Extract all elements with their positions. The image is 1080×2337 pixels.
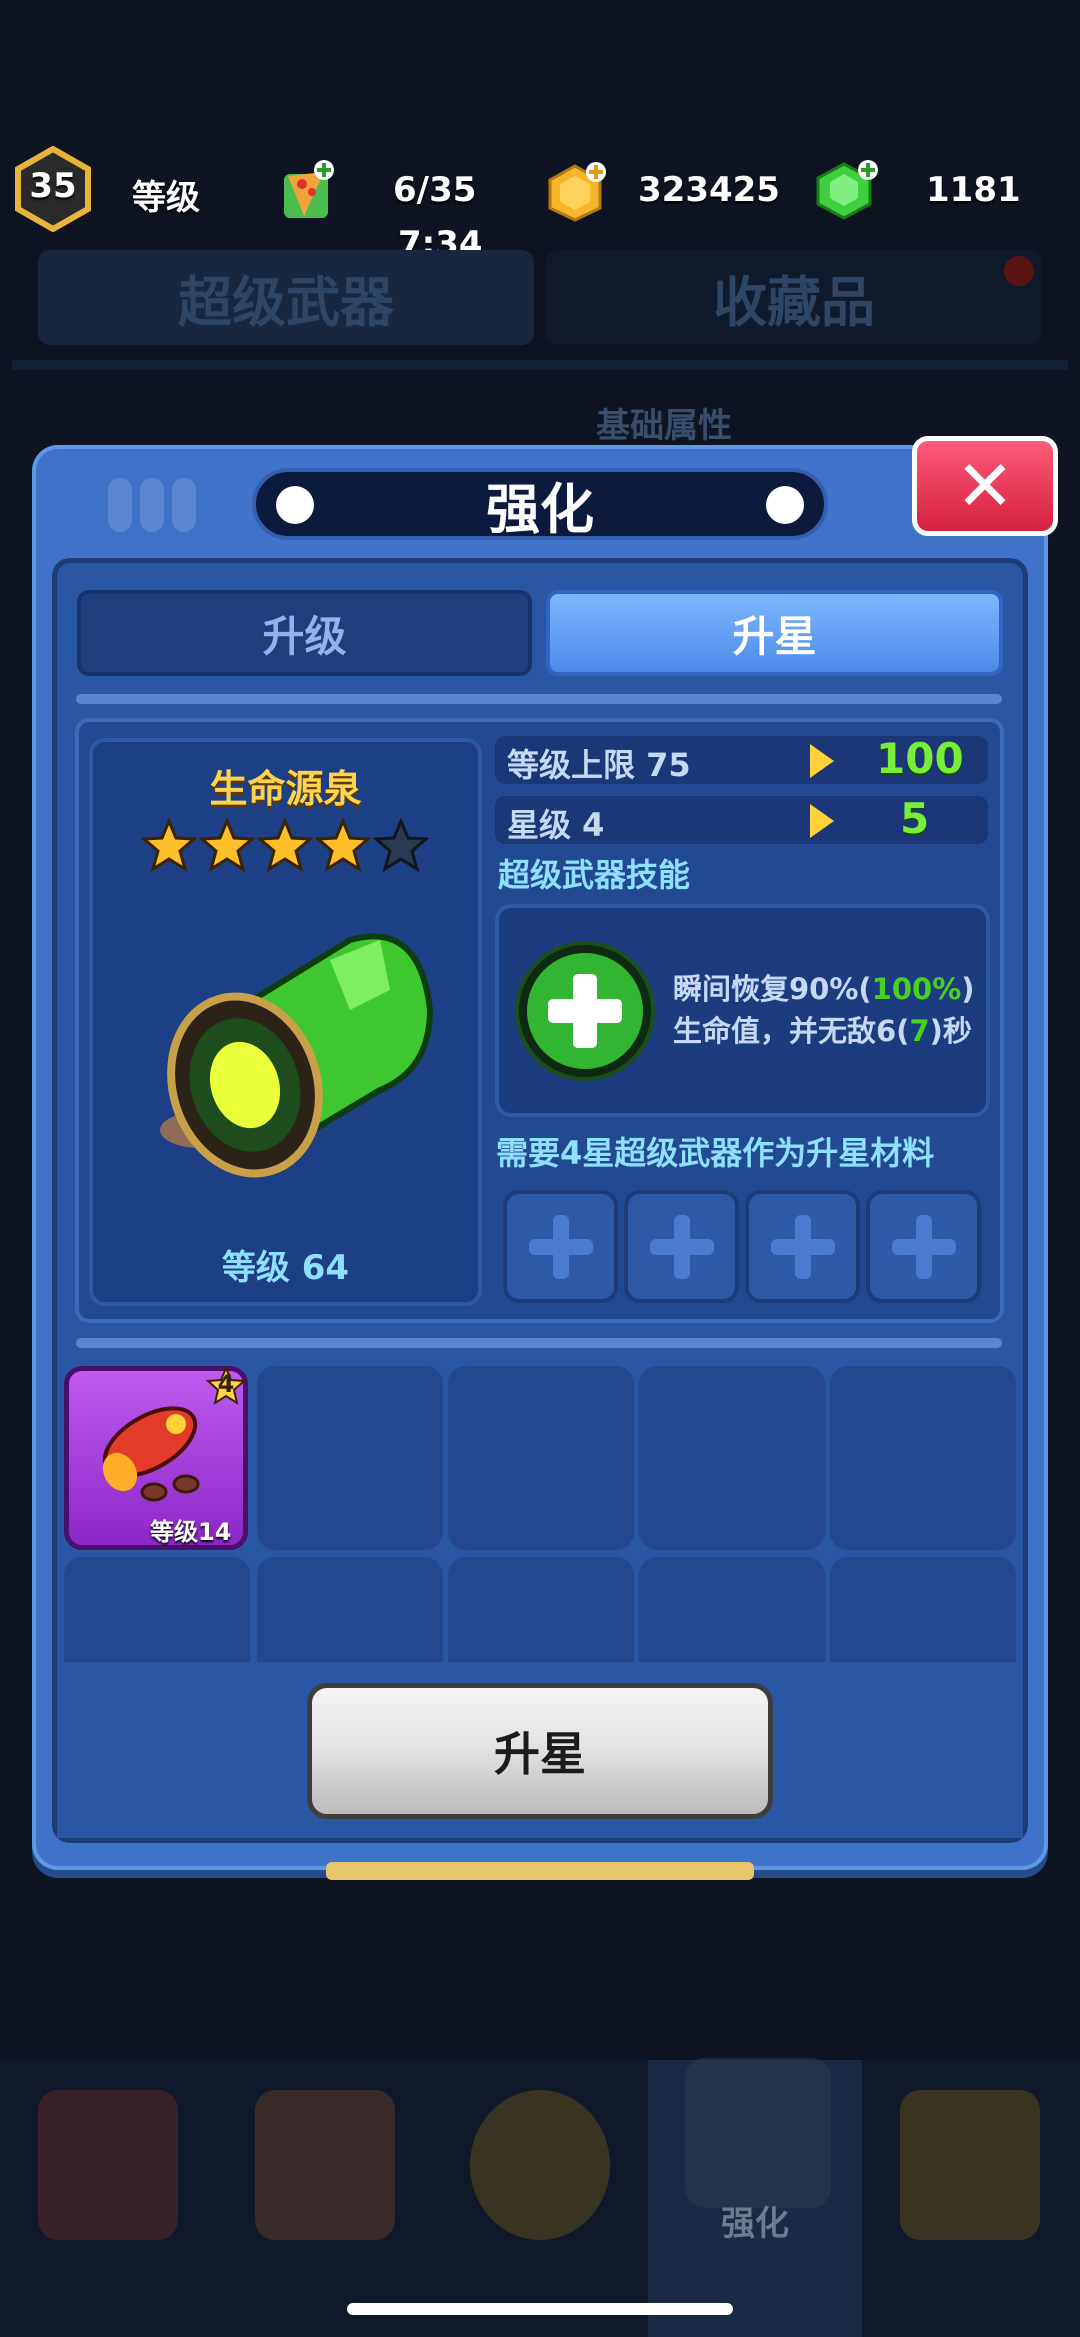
stat-label: 等级上限 75 [507, 746, 691, 784]
base-attributes-label: 基础属性 [596, 406, 732, 446]
tab-collectibles[interactable]: 收藏品 [546, 250, 1042, 345]
material-slot-4[interactable] [866, 1190, 981, 1303]
background-divider [12, 360, 1068, 370]
close-button[interactable]: ✕ [912, 436, 1058, 536]
pizza-energy-icon[interactable] [278, 158, 338, 224]
nav-enhance-label: 强化 [721, 2204, 789, 2244]
tab-star-up[interactable]: 升星 [546, 590, 1003, 676]
star-filled-icon [257, 818, 313, 873]
nav-character-icon[interactable] [255, 2090, 395, 2240]
home-indicator[interactable] [347, 2303, 733, 2315]
plus-icon [649, 1214, 714, 1279]
dialog-bottom-strip [326, 1862, 754, 1880]
star-empty-icon [373, 818, 429, 873]
arrow-right-icon [810, 744, 834, 778]
stat-label: 星级 4 [507, 806, 605, 844]
close-icon: ✕ [955, 445, 1015, 527]
material-requirement: 需要4星超级武器作为升星材料 [496, 1134, 935, 1172]
player-level-number: 35 [29, 166, 77, 206]
skill-desc-upgraded-value: 100% [871, 972, 962, 1006]
decor-bar-1 [108, 478, 132, 532]
arrow-right-icon [810, 804, 834, 838]
skill-description: 瞬间恢复90%(100%)生命值，并无敌6(7)秒 [673, 968, 993, 1052]
coin-count: 323425 [638, 170, 780, 210]
rocket-weapon-icon [102, 1406, 200, 1502]
energy-count: 6/35 [393, 170, 477, 210]
nav-enhance-icon[interactable] [685, 2058, 831, 2208]
weapon-level: 等级 64 [221, 1248, 350, 1288]
inventory-cell-empty [830, 1366, 1016, 1550]
star-filled-icon [141, 818, 197, 873]
material-slot-2[interactable] [624, 1190, 739, 1303]
star-up-button[interactable]: 升星 [307, 1683, 773, 1819]
inventory-item-level: 等级14 [150, 1518, 232, 1546]
weapon-name: 生命源泉 [209, 767, 362, 811]
plus-icon [770, 1214, 835, 1279]
skill-desc-text: )秒 [929, 1014, 972, 1048]
tab-upgrade[interactable]: 升级 [77, 590, 532, 676]
material-slot-1[interactable] [503, 1190, 618, 1303]
material-slot-3[interactable] [745, 1190, 860, 1303]
nav-weapons-icon[interactable] [470, 2090, 610, 2240]
tab-super-weapons[interactable]: 超级武器 [38, 250, 534, 345]
gem-icon[interactable] [810, 156, 880, 226]
inventory-divider [76, 1338, 1002, 1348]
star-filled-icon [199, 818, 255, 873]
stat-new-value: 100 [876, 734, 964, 783]
star-filled-icon [315, 818, 371, 873]
decor-bar-3 [172, 478, 196, 532]
stat-new-value: 5 [900, 794, 930, 843]
dialog-title: 强化 [486, 477, 594, 541]
life-fountain-weapon-icon [160, 933, 434, 1178]
skill-desc-text: 瞬间恢复90%( [673, 972, 872, 1006]
skill-desc-upgraded-value: 7 [909, 1014, 930, 1048]
tab-divider [76, 694, 1002, 704]
nav-shop-icon[interactable] [38, 2090, 178, 2240]
inventory-cell-empty [448, 1366, 634, 1550]
plus-icon [528, 1214, 593, 1279]
plus-icon [891, 1214, 956, 1279]
gem-count: 1181 [926, 170, 1021, 210]
skill-title: 超级武器技能 [498, 856, 691, 894]
coin-icon[interactable] [542, 158, 608, 224]
inventory-cell-empty [257, 1366, 443, 1550]
inventory-item-stars: 4 [217, 1370, 235, 1398]
inventory-cell-empty [639, 1366, 825, 1550]
heal-skill-icon [515, 941, 655, 1081]
level-label: 等级 [132, 178, 200, 218]
alert-badge-icon [1004, 256, 1034, 286]
decor-bar-2 [140, 478, 164, 532]
nav-trophy-icon[interactable] [900, 2090, 1040, 2240]
